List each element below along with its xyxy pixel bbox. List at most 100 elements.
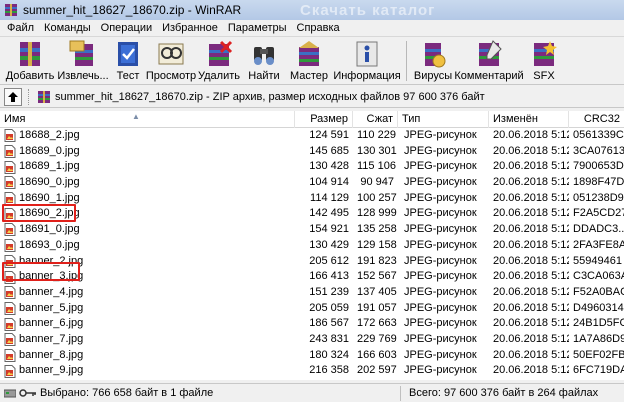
title-bar[interactable]: summer_hit_18627_18670.zip - WinRAR Скач…: [0, 0, 624, 20]
file-size: 216 358: [309, 364, 349, 377]
table-row[interactable]: 18691_0.jpg 154 921 135 258 JPEG-рисунок 20.…: [0, 222, 624, 238]
table-row[interactable]: 18690_1.jpg 114 129 100 257 JPEG-рисунок 20.…: [0, 191, 624, 207]
info-button[interactable]: Информация: [332, 39, 402, 83]
table-row[interactable]: 18690_2.jpg 142 495 128 999 JPEG-рисунок 20.…: [0, 206, 624, 222]
menu-options[interactable]: Параметры: [223, 22, 292, 34]
file-size: 142 495: [309, 207, 349, 220]
file-type: JPEG-рисунок: [404, 285, 477, 298]
jpeg-file-icon: [4, 270, 16, 284]
table-row[interactable]: 18690_0.jpg 104 914 90 947 JPEG-рисунок 20.0…: [0, 175, 624, 191]
file-packed: 191 057: [357, 301, 397, 314]
file-name-cell: 18689_0.jpg: [0, 144, 295, 160]
file-crc: C3CA063A: [573, 270, 624, 283]
jpeg-file-icon: [4, 223, 16, 237]
table-row[interactable]: 18688_2.jpg 124 591 110 229 JPEG-рисунок 20.…: [0, 128, 624, 144]
jpeg-file-icon: [4, 364, 16, 378]
file-modified: 20.06.2018 5:12: [493, 317, 569, 330]
file-name-cell: 18689_1.jpg: [0, 159, 295, 175]
file-name-cell: banner_2.jpg: [0, 254, 295, 270]
file-crc: F2A5CD27: [573, 207, 624, 220]
table-row[interactable]: banner_3.jpg 166 413 152 567 JPEG-рисунок 20…: [0, 269, 624, 285]
menu-file[interactable]: Файл: [2, 22, 39, 34]
file-name: banner_10.jpg: [19, 379, 89, 380]
file-name: 18688_2.jpg: [19, 129, 80, 141]
table-row[interactable]: 18693_0.jpg 130 429 129 158 JPEG-рисунок 20.…: [0, 238, 624, 254]
file-name-cell: 18688_2.jpg: [0, 128, 295, 144]
table-row[interactable]: banner_10.jpg 192 244178 726JPEG-рисунок2…: [0, 379, 624, 380]
delete-button[interactable]: Удалить: [196, 39, 242, 83]
table-row[interactable]: banner_7.jpg 243 831 229 769 JPEG-рисунок 20…: [0, 332, 624, 348]
up-folder-button[interactable]: [4, 87, 22, 106]
sfx-label: SFX: [533, 70, 555, 82]
sfx-button[interactable]: SFX: [523, 39, 565, 83]
file-name: banner_8.jpg: [19, 348, 84, 361]
test-button[interactable]: Тест: [110, 39, 146, 83]
file-name: banner_9.jpg: [19, 364, 84, 377]
view-label: Просмотр: [145, 70, 197, 82]
file-modified: 20.06.2018 5:12: [489, 379, 569, 380]
file-type: JPEG-рисунок: [404, 348, 477, 361]
sfx-icon: [534, 41, 557, 66]
file-modified: 20.06.2018 5:12: [493, 223, 569, 236]
add-button[interactable]: Добавить: [4, 39, 56, 83]
table-row[interactable]: 18689_1.jpg 130 428 115 106 JPEG-рисунок 20.…: [0, 159, 624, 175]
jpeg-file-icon: [4, 192, 16, 206]
menu-help[interactable]: Справка: [292, 22, 345, 34]
column-size[interactable]: Размер: [295, 111, 353, 128]
menu-commands[interactable]: Команды: [39, 22, 96, 34]
table-row[interactable]: 18689_0.jpg 145 685 130 301 JPEG-рисунок 20.…: [0, 144, 624, 160]
file-name-cell: 18690_2.jpg: [0, 206, 295, 222]
toolbar: Добавить Извлечь... Тест Просмотр Удалит…: [0, 37, 624, 85]
file-name: 18691_0.jpg: [19, 223, 80, 236]
comment-button[interactable]: Комментарий: [454, 39, 524, 83]
find-label: Найти: [248, 70, 280, 82]
column-type[interactable]: Тип: [398, 111, 489, 128]
file-packed: 166 603: [357, 348, 397, 361]
file-type: JPEG-рисунок: [404, 207, 477, 220]
file-modified: 20.06.2018 5:12: [493, 254, 569, 267]
extract-button[interactable]: Извлечь...: [56, 39, 110, 83]
table-row[interactable]: banner_6.jpg 186 567 172 663 JPEG-рисунок 20…: [0, 316, 624, 332]
column-modified[interactable]: Изменён: [489, 111, 569, 128]
drive-icon: [4, 389, 16, 398]
column-name[interactable]: Имя ▲: [0, 111, 295, 128]
file-name: 18690_2.jpg: [19, 207, 80, 220]
file-name: banner_2.jpg: [19, 254, 84, 267]
file-type: JPEG-рисунок: [404, 317, 477, 330]
file-name-cell: banner_6.jpg: [0, 316, 295, 332]
find-button[interactable]: Найти: [242, 39, 286, 83]
table-row[interactable]: banner_9.jpg 216 358 202 597 JPEG-рисунок 20…: [0, 363, 624, 379]
menu-operations[interactable]: Операции: [96, 22, 157, 34]
file-name-cell: 18690_1.jpg: [0, 191, 295, 207]
file-name-cell: banner_4.jpg: [0, 285, 295, 301]
add-label: Добавить: [5, 70, 55, 82]
jpeg-file-icon: [4, 333, 16, 347]
table-row[interactable]: banner_2.jpg 205 612 191 823 JPEG-рисунок 20…: [0, 254, 624, 270]
virus-scan-label: Вирусы: [413, 70, 453, 82]
file-packed: 202 597: [357, 364, 397, 377]
file-type: JPEG-рисунок: [404, 144, 477, 157]
table-row[interactable]: banner_4.jpg 151 239 137 405 JPEG-рисунок 20…: [0, 285, 624, 301]
table-row[interactable]: banner_5.jpg 205 059 191 057 JPEG-рисунок 20…: [0, 301, 624, 317]
jpeg-file-icon: [4, 254, 16, 268]
column-crc[interactable]: CRC32: [569, 111, 624, 128]
file-crc: 6FC719DA: [573, 364, 624, 377]
wizard-button[interactable]: Мастер: [286, 39, 332, 83]
key-icon[interactable]: [19, 388, 37, 398]
virus-scan-button[interactable]: Вирусы: [411, 39, 455, 83]
file-modified: 20.06.2018 5:12: [493, 348, 569, 361]
file-modified: 20.06.2018 5:12: [493, 160, 569, 173]
file-name: banner_4.jpg: [19, 285, 84, 298]
menu-favorites[interactable]: Избранное: [157, 22, 223, 34]
file-packed: 152 567: [357, 270, 397, 283]
file-name-cell: 18691_0.jpg: [0, 222, 295, 238]
file-type: JPEG-рисунок: [404, 301, 477, 314]
file-packed: 128 999: [357, 207, 397, 220]
table-row[interactable]: banner_8.jpg 180 324 166 603 JPEG-рисунок 20…: [0, 348, 624, 364]
file-size: 130 429: [309, 238, 349, 251]
file-modified: 20.06.2018 5:12: [493, 332, 569, 345]
file-size: 145 685: [309, 144, 349, 157]
file-crc: 1A7A86D9: [573, 332, 624, 345]
view-button[interactable]: Просмотр: [146, 39, 196, 83]
column-packed[interactable]: Сжат: [353, 111, 398, 128]
